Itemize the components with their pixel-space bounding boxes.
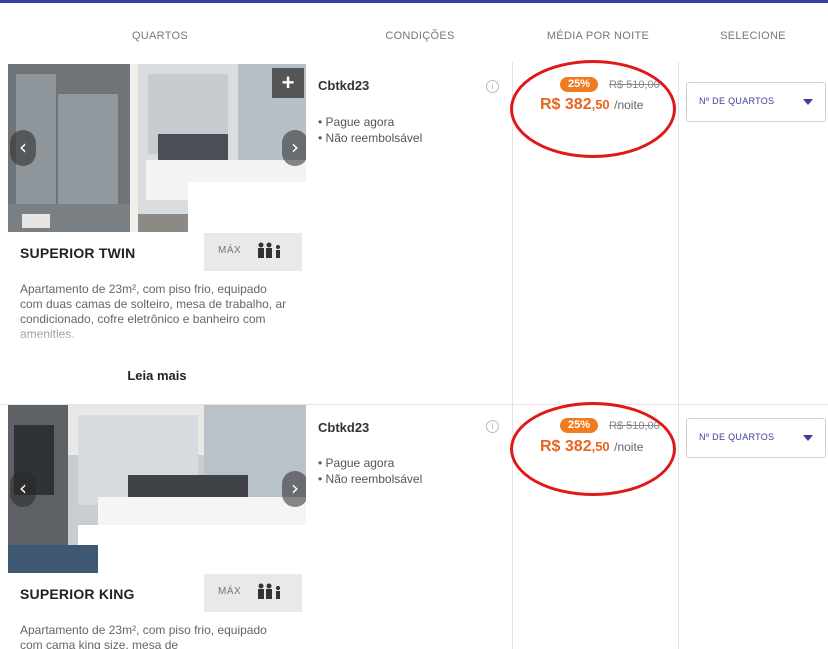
room-name-bar: SUPERIOR KING MÁX (8, 574, 306, 612)
room-description: Apartamento de 23m², com piso frio, equi… (20, 623, 267, 649)
description-fade (8, 324, 306, 350)
price-highlight-circle (510, 60, 676, 158)
condition-list: • Pague agora • Não reembolsável (318, 114, 422, 146)
info-icon[interactable]: i (486, 80, 499, 93)
add-icon[interactable]: + (272, 68, 304, 98)
condition-item: • Pague agora (318, 456, 395, 470)
header-avg-per-night: MÉDIA POR NOITE (546, 30, 650, 42)
header-rooms: QUARTOS (131, 30, 189, 42)
room-photo-image (8, 405, 306, 573)
max-occupancy: MÁX (204, 574, 302, 612)
info-icon[interactable]: i (486, 420, 499, 433)
chevron-down-icon (803, 99, 813, 105)
select-label: Nº DE QUARTOS (699, 96, 775, 106)
room-name: SUPERIOR TWIN (20, 245, 136, 261)
guests-icon (256, 583, 286, 603)
room-photo-image (8, 64, 306, 232)
room-description-box: Apartamento de 23m², com piso frio, equi… (8, 272, 306, 402)
select-label: Nº DE QUARTOS (699, 432, 775, 442)
condition-list: • Pague agora • Não reembolsável (318, 455, 422, 487)
room-name: SUPERIOR KING (20, 586, 135, 602)
chevron-down-icon (803, 435, 813, 441)
column-divider (678, 62, 679, 649)
guests-icon (256, 242, 286, 262)
max-label: MÁX (218, 586, 242, 597)
room-photo[interactable]: ‹ › (8, 405, 306, 573)
condition-item: • Não reembolsável (318, 131, 423, 145)
condition-item: • Pague agora (318, 115, 395, 129)
header-select: SELECIONE (720, 30, 786, 42)
max-occupancy: MÁX (204, 233, 302, 271)
rooms-quantity-select[interactable]: Nº DE QUARTOS (686, 82, 826, 122)
room-description-box: Apartamento de 23m², com piso frio, equi… (8, 613, 306, 649)
condition-code: Cbtkd23 (318, 78, 370, 93)
read-more-link[interactable]: Leia mais (8, 368, 306, 383)
column-divider (512, 62, 513, 649)
max-label: MÁX (218, 245, 242, 256)
room-photo[interactable]: ‹ › + (8, 64, 306, 232)
room-name-bar: SUPERIOR TWIN MÁX (8, 233, 306, 271)
condition-code: Cbtkd23 (318, 420, 370, 435)
prev-photo-button[interactable]: ‹ (10, 471, 36, 507)
prev-photo-button[interactable]: ‹ (10, 130, 36, 166)
header-conditions: CONDIÇÕES (385, 30, 455, 42)
rooms-quantity-select[interactable]: Nº DE QUARTOS (686, 418, 826, 458)
condition-item: • Não reembolsável (318, 472, 423, 486)
top-accent-line (0, 0, 828, 3)
next-photo-button[interactable]: › (282, 471, 306, 507)
price-highlight-circle (510, 402, 676, 496)
next-photo-button[interactable]: › (282, 130, 306, 166)
